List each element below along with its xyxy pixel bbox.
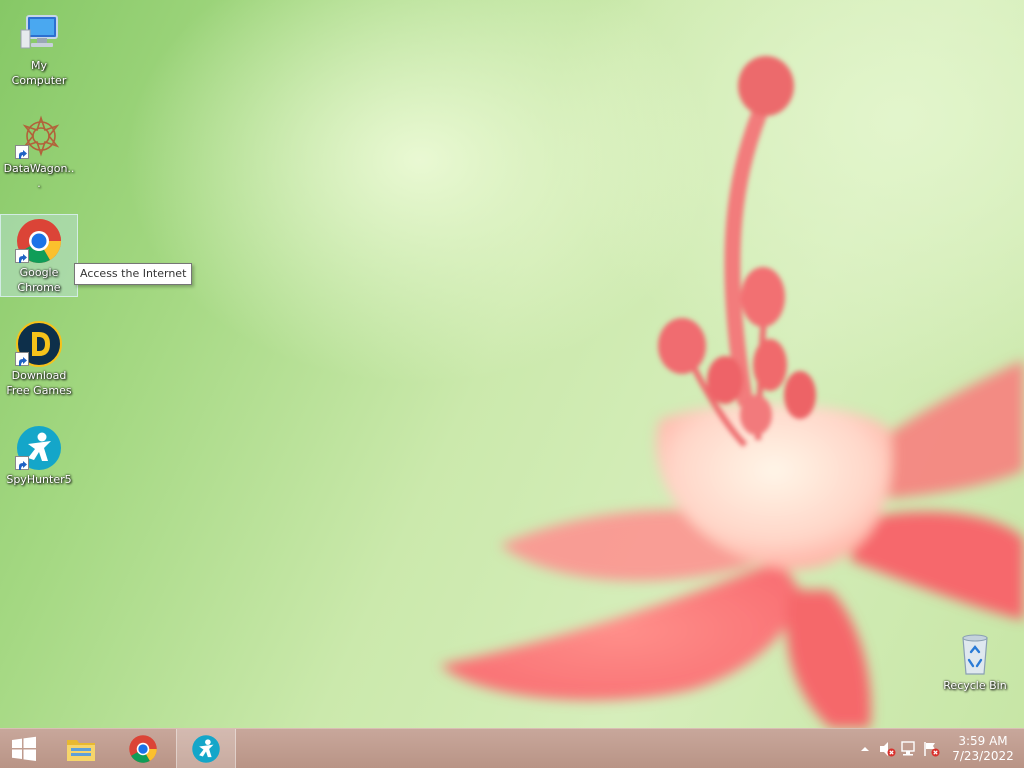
taskbar-file-explorer[interactable] bbox=[52, 729, 110, 768]
clock-date: 7/23/2022 bbox=[952, 748, 1014, 763]
computer-icon bbox=[15, 10, 63, 58]
desktop-icon-label: Google Chrome bbox=[17, 266, 61, 294]
flag-alert-icon bbox=[924, 741, 940, 756]
chevron-up-icon bbox=[861, 746, 869, 751]
taskbar: 3:59 AM 7/23/2022 bbox=[0, 728, 1024, 768]
desktop-icon-datawagon[interactable]: DataWagon... bbox=[0, 111, 78, 191]
show-hidden-icons-button[interactable] bbox=[854, 738, 876, 760]
chrome-icon bbox=[15, 217, 63, 265]
spyhunter-icon bbox=[15, 424, 63, 472]
taskbar-clock[interactable]: 3:59 AM 7/23/2022 bbox=[948, 734, 1018, 764]
desktop[interactable]: My Computer DataWagon... Google Chrome D… bbox=[0, 0, 1024, 728]
datawagon-icon bbox=[15, 113, 63, 161]
folder-icon bbox=[67, 739, 95, 761]
chrome-icon bbox=[129, 734, 157, 763]
taskbar-spyhunter[interactable] bbox=[176, 729, 236, 768]
network-icon bbox=[901, 740, 915, 755]
desktop-icon-label: Download Free Games bbox=[6, 369, 72, 397]
start-button[interactable] bbox=[0, 729, 48, 768]
recycle-bin-icon bbox=[951, 630, 999, 678]
shortcut-arrow-icon bbox=[15, 145, 29, 159]
shortcut-arrow-icon bbox=[15, 249, 29, 263]
desktop-icon-my-computer[interactable]: My Computer bbox=[0, 8, 78, 88]
taskbar-google-chrome[interactable] bbox=[114, 729, 172, 768]
desktop-icon-label: DataWagon... bbox=[3, 162, 75, 190]
action-center-button[interactable] bbox=[920, 738, 942, 760]
desktop-icon-google-chrome[interactable]: Google Chrome bbox=[0, 214, 78, 297]
windows-logo-icon bbox=[12, 736, 36, 761]
shortcut-arrow-icon bbox=[15, 456, 29, 470]
desktop-icon-label: Recycle Bin bbox=[943, 679, 1007, 692]
clock-time: 3:59 AM bbox=[958, 733, 1008, 748]
desktop-icon-label: My Computer bbox=[11, 59, 67, 87]
desktop-icon-label: SpyHunter5 bbox=[6, 473, 72, 486]
wallpaper-flower bbox=[440, 56, 1024, 728]
spyhunter-icon bbox=[192, 734, 220, 763]
system-tray: 3:59 AM 7/23/2022 bbox=[854, 729, 1024, 768]
desktop-icon-spyhunter5[interactable]: SpyHunter5 bbox=[0, 422, 78, 487]
chrome-tooltip: Access the Internet bbox=[74, 263, 193, 285]
desktop-icon-recycle-bin[interactable]: Recycle Bin bbox=[936, 628, 1014, 693]
download-free-games-icon bbox=[15, 320, 63, 368]
desktop-icon-download-free-games[interactable]: Download Free Games bbox=[0, 318, 78, 398]
network-button[interactable] bbox=[898, 738, 920, 760]
volume-button[interactable] bbox=[876, 738, 898, 760]
speaker-muted-icon bbox=[880, 741, 896, 756]
shortcut-arrow-icon bbox=[15, 352, 29, 366]
